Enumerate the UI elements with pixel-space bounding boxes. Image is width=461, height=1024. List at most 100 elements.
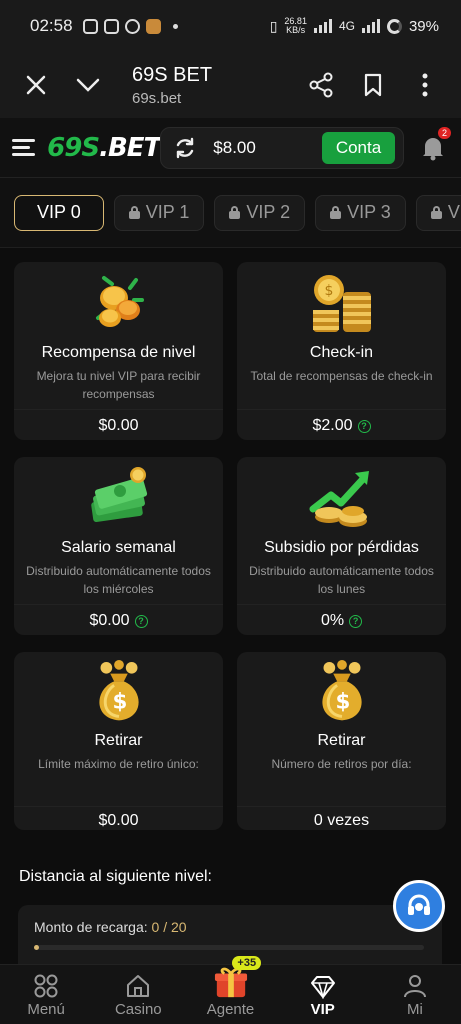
vip-tabs: VIP 0 VIP 1 VIP 2 VIP 3 VIP 4 xyxy=(0,178,461,248)
benefit-title: Salario semanal xyxy=(61,539,176,556)
app-header: 69S.BET $8.00 Conta 2 xyxy=(0,118,461,178)
benefit-title: Check-in xyxy=(309,344,374,361)
benefit-title: Subsidio por pérdidas xyxy=(264,539,419,556)
benefit-card-check-in: $ Check-in Total de recompensas de check… xyxy=(237,262,446,440)
benefit-value: $0.00 xyxy=(98,812,139,829)
lock-icon xyxy=(128,206,140,219)
benefit-description: Límite máximo de retiro único: xyxy=(38,757,199,772)
wallet-box: $8.00 Conta xyxy=(160,126,405,169)
divider xyxy=(14,409,223,410)
benefit-value: $0.00? xyxy=(89,612,148,630)
divider xyxy=(237,409,446,410)
chevron-down-icon xyxy=(76,78,100,92)
notifications-button[interactable]: 2 xyxy=(416,126,452,165)
benefit-title: Retirar xyxy=(94,732,143,750)
close-button[interactable] xyxy=(20,69,52,101)
tab-vip-3[interactable]: VIP 3 xyxy=(315,194,406,231)
instagram-icon xyxy=(103,18,119,34)
grid-icon xyxy=(34,974,58,998)
benefit-description: Distribuido automáticamente todos los mi… xyxy=(26,564,211,596)
tab-vip-1[interactable]: VIP 1 xyxy=(113,194,205,231)
whatsapp-icon xyxy=(124,18,140,34)
benefit-value: $2.00? xyxy=(312,417,371,435)
next-level-heading: Distancia al siguiente nivel: xyxy=(19,868,212,885)
more-options-button[interactable] xyxy=(409,69,441,101)
svg-text:$: $ xyxy=(335,690,350,715)
hamburger-menu-icon[interactable] xyxy=(12,139,36,156)
divider xyxy=(14,806,223,807)
benefit-description: Distribuido automáticamente todos los lu… xyxy=(249,564,434,596)
user-icon xyxy=(403,975,426,998)
gift-icon xyxy=(214,967,247,998)
signal-icon xyxy=(361,19,380,33)
recharge-progress-value: 0 / 20 xyxy=(151,919,187,935)
lock-icon xyxy=(430,206,442,219)
share-icon xyxy=(309,72,333,98)
bottom-navigation: Menú Casino +35 Agente VIP Mi xyxy=(0,956,461,1024)
nav-casino[interactable]: Casino xyxy=(92,965,184,1024)
help-icon[interactable]: ? xyxy=(349,614,363,628)
benefit-value: 0%? xyxy=(321,612,363,630)
instagram-icon xyxy=(82,18,98,34)
benefit-card-withdraw-limit: $ Retirar Límite máximo de retiro único:… xyxy=(14,652,223,830)
vip-benefits-grid: Recompensa de nivel Mejora tu nivel VIP … xyxy=(14,262,446,830)
recharge-progress-bar xyxy=(34,945,424,950)
site-logo[interactable]: 69S.BET xyxy=(47,133,161,163)
support-chat-button[interactable] xyxy=(393,880,445,932)
divider xyxy=(237,604,446,605)
close-icon xyxy=(26,75,46,95)
diamond-icon xyxy=(310,976,335,999)
benefit-description: Número de retiros por día: xyxy=(271,757,412,772)
tab-vip-4[interactable]: VIP 4 xyxy=(415,194,461,231)
status-time: 02:58 xyxy=(30,16,73,35)
coins-arrow-icon xyxy=(309,471,369,527)
nav-menu[interactable]: Menú xyxy=(0,965,92,1024)
benefit-title: Recompensa de nivel xyxy=(41,344,196,361)
benefit-card-level-reward: Recompensa de nivel Mejora tu nivel VIP … xyxy=(14,262,223,440)
nav-vip[interactable]: VIP xyxy=(277,965,369,1024)
cash-stack-icon xyxy=(90,467,147,522)
refresh-icon[interactable] xyxy=(173,136,197,160)
network-type: 4G xyxy=(338,19,355,33)
benefit-title: Retirar xyxy=(317,732,366,750)
share-button[interactable] xyxy=(305,69,337,101)
bookmark-button[interactable] xyxy=(357,69,389,101)
page-url: 69s.bet xyxy=(132,89,182,107)
svg-text:$: $ xyxy=(112,690,127,715)
vibrate-icon: ▯ xyxy=(269,17,278,34)
money-bag-icon: $ xyxy=(98,660,139,721)
benefit-description: Total de recompensas de check-in xyxy=(250,369,433,383)
progress-fill xyxy=(34,945,39,950)
lock-icon xyxy=(229,206,241,219)
collapse-button[interactable] xyxy=(72,69,104,101)
benefit-value: 0 vezes xyxy=(313,812,370,829)
browser-bar: 69S BET 69s.bet xyxy=(0,52,461,118)
nav-profile[interactable]: Mi xyxy=(369,965,461,1024)
tab-vip-0[interactable]: VIP 0 xyxy=(14,194,104,231)
coin-stacks-icon: $ xyxy=(312,275,371,332)
battery-level: 39% xyxy=(408,17,439,35)
help-icon[interactable]: ? xyxy=(134,614,148,628)
signal-icon xyxy=(313,19,332,33)
headset-icon xyxy=(408,894,430,915)
help-icon[interactable]: ? xyxy=(357,419,371,433)
notification-badge: 2 xyxy=(438,126,452,139)
lock-icon xyxy=(330,206,342,219)
tab-vip-2[interactable]: VIP 2 xyxy=(214,194,306,231)
net-speed: 26.81 KB/s xyxy=(284,16,307,35)
page-title: 69S BET xyxy=(132,63,213,86)
coins-burst-icon xyxy=(95,276,144,327)
benefit-card-withdraw-count: $ Retirar Número de retiros por día: 0 v… xyxy=(237,652,446,830)
more-notifications-icon xyxy=(172,23,178,29)
benefit-value: $0.00 xyxy=(98,417,139,434)
bookmark-icon xyxy=(364,73,382,97)
nav-agent[interactable]: +35 Agente xyxy=(184,956,276,1024)
svg-text:$: $ xyxy=(324,283,333,299)
benefit-card-weekly-salary: Salario semanal Distribuido automáticame… xyxy=(14,457,223,635)
balance-amount: $8.00 xyxy=(213,137,256,157)
divider xyxy=(237,806,446,807)
recharge-label: Monto de recarga: 0 / 20 xyxy=(34,919,187,935)
money-bag-icon: $ xyxy=(321,660,362,721)
agent-bonus-badge: +35 xyxy=(232,956,262,970)
account-button[interactable]: Conta xyxy=(321,131,396,164)
